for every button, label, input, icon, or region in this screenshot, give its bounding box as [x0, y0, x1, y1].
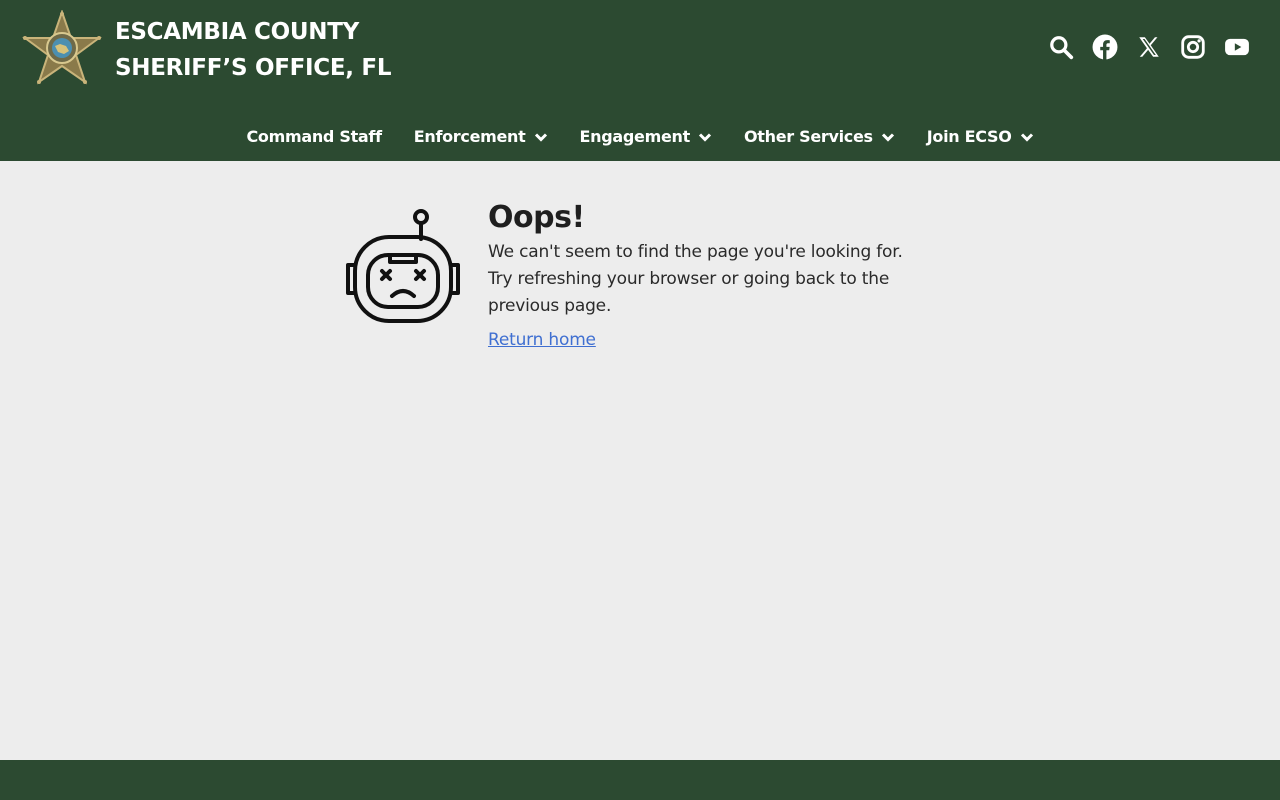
nav-item-label: Command Staff: [246, 126, 382, 146]
chevron-down-icon: [698, 129, 712, 143]
error-message-line3: previous page.: [488, 296, 612, 316]
sheriff-badge-logo[interactable]: [21, 8, 103, 86]
youtube-icon[interactable]: [1224, 33, 1250, 61]
site-header: ESCAMBIA COUNTY SHERIFF’S OFFICE, FL Com…: [0, 0, 1280, 161]
site-title-link[interactable]: ESCAMBIA COUNTY SHERIFF’S OFFICE, FL: [115, 14, 392, 86]
nav-item-other-services[interactable]: Other Services: [744, 127, 895, 146]
main-nav: Command Staff Enforcement Engagement Oth…: [0, 118, 1280, 154]
facebook-icon[interactable]: [1092, 33, 1118, 61]
nav-item-engagement[interactable]: Engagement: [580, 127, 712, 146]
chevron-down-icon: [534, 129, 548, 143]
site-title-line2: SHERIFF’S OFFICE, FL: [115, 55, 392, 81]
sad-robot-icon: [342, 209, 466, 327]
search-icon[interactable]: [1048, 33, 1074, 61]
error-message: We can't seem to find the page you're lo…: [488, 239, 958, 320]
error-message-line2: Try refreshing your browser or going bac…: [488, 269, 890, 289]
chevron-down-icon: [881, 129, 895, 143]
nav-item-label: Other Services: [743, 126, 873, 146]
return-home-link[interactable]: Return home: [488, 328, 596, 352]
nav-item-join-ecso[interactable]: Join ECSO: [927, 127, 1034, 146]
error-message-line1: We can't seem to find the page you're lo…: [488, 242, 903, 262]
error-page-main: Oops! We can't seem to find the page you…: [0, 161, 1280, 760]
nav-item-label: Enforcement: [413, 126, 526, 146]
instagram-icon[interactable]: [1180, 33, 1206, 61]
header-actions: [1048, 33, 1250, 61]
error-content: Oops! We can't seem to find the page you…: [488, 199, 958, 352]
error-title: Oops!: [488, 200, 585, 235]
site-title-line1: ESCAMBIA COUNTY: [115, 19, 359, 45]
nav-item-enforcement[interactable]: Enforcement: [414, 127, 548, 146]
nav-item-label: Engagement: [579, 126, 691, 146]
site-footer: [0, 760, 1280, 800]
x-icon[interactable]: [1136, 33, 1162, 61]
nav-item-command-staff[interactable]: Command Staff: [246, 126, 382, 146]
nav-item-label: Join ECSO: [926, 126, 1012, 146]
chevron-down-icon: [1020, 129, 1034, 143]
